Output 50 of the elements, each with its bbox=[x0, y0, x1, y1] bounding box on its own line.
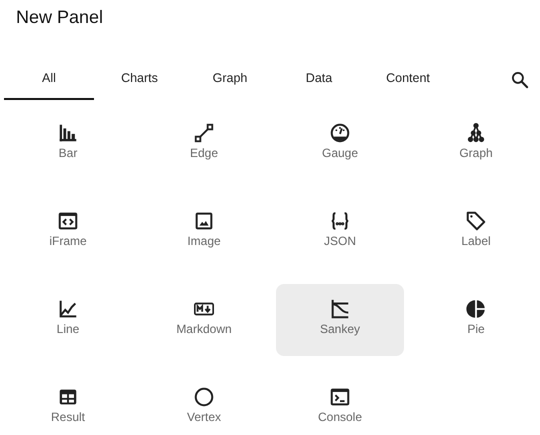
item-label: Graph bbox=[459, 146, 493, 160]
braces-icon bbox=[329, 210, 351, 232]
bar-chart-icon bbox=[57, 122, 79, 144]
panel-type-item[interactable]: Pie bbox=[412, 284, 540, 356]
image-icon bbox=[193, 210, 215, 232]
tag-icon bbox=[465, 210, 487, 232]
item-label: Label bbox=[461, 234, 491, 248]
curve-chart-icon bbox=[329, 298, 351, 320]
tab[interactable]: Data bbox=[275, 63, 363, 100]
panel-type-item[interactable]: Image bbox=[140, 196, 268, 268]
item-label: JSON bbox=[324, 234, 356, 248]
gauge-icon bbox=[329, 122, 351, 144]
panel-type-item[interactable]: Bar bbox=[4, 108, 132, 180]
panel-type-item[interactable]: Vertex bbox=[140, 372, 268, 435]
item-label: Gauge bbox=[322, 146, 358, 160]
pie-chart-icon bbox=[465, 298, 487, 320]
tab[interactable]: Graph bbox=[185, 63, 275, 100]
tab[interactable]: Content bbox=[363, 63, 453, 100]
item-label: Pie bbox=[467, 322, 485, 336]
item-label: Result bbox=[50, 410, 85, 424]
search-icon[interactable] bbox=[510, 70, 530, 90]
code-window-icon bbox=[57, 210, 79, 232]
panel-type-item[interactable]: Edge bbox=[140, 108, 268, 180]
panel-type-item[interactable]: Markdown bbox=[140, 284, 268, 356]
panel-type-item[interactable]: Line bbox=[4, 284, 132, 356]
panel-title: New Panel bbox=[15, 6, 104, 29]
tab[interactable]: All bbox=[4, 63, 94, 100]
panel-type-item[interactable]: Gauge bbox=[276, 108, 404, 180]
terminal-icon bbox=[329, 386, 351, 408]
item-label: Edge bbox=[190, 146, 218, 160]
panel-type-item[interactable]: Result bbox=[4, 372, 132, 435]
panel-type-item[interactable]: Label bbox=[412, 196, 540, 268]
tab[interactable]: Charts bbox=[94, 63, 185, 100]
item-label: Image bbox=[187, 234, 221, 248]
item-label: Sankey bbox=[320, 322, 360, 336]
tree-icon bbox=[465, 122, 487, 144]
panel-type-item[interactable]: JSON bbox=[276, 196, 404, 268]
item-label: Line bbox=[56, 322, 80, 336]
item-label: Markdown bbox=[176, 322, 232, 336]
panel-type-item[interactable]: Console bbox=[276, 372, 404, 435]
edge-icon bbox=[193, 122, 215, 144]
panel-type-item[interactable]: Sankey bbox=[276, 284, 404, 356]
panel-type-item[interactable]: Graph bbox=[412, 108, 540, 180]
panel-type-item[interactable]: iFrame bbox=[4, 196, 132, 268]
item-label: Bar bbox=[58, 146, 78, 160]
item-label: Console bbox=[318, 410, 362, 424]
line-chart-icon bbox=[57, 298, 79, 320]
circle-icon bbox=[193, 386, 215, 408]
item-label: Vertex bbox=[186, 410, 222, 424]
item-label: iFrame bbox=[49, 234, 87, 248]
